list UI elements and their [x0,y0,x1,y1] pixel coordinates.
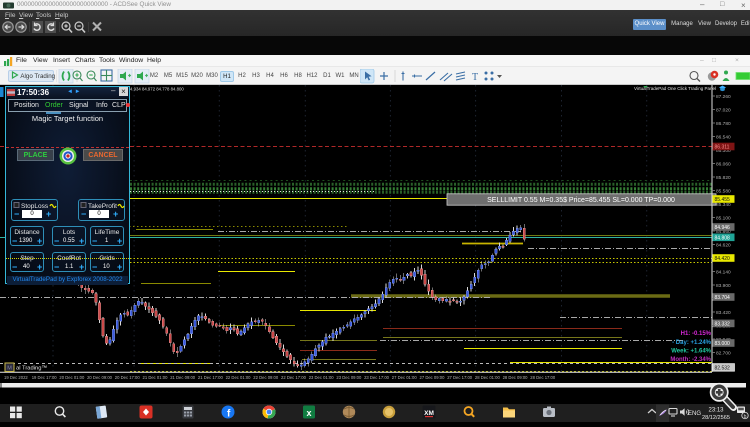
svg-text:82.700: 82.700 [716,350,731,356]
svg-text:4.934 84.972 84.778 84.800: 4.934 84.972 84.778 84.800 [130,87,184,92]
svg-text:21 Dec 17:00: 21 Dec 17:00 [198,375,224,380]
svg-text:86.780: 86.780 [716,121,731,127]
svg-text:22 Dec 09:00: 22 Dec 09:00 [253,375,279,380]
svg-text:87.260: 87.260 [716,94,731,100]
svg-text:20 Dec 17:00: 20 Dec 17:00 [115,375,141,380]
svg-text:83.000: 83.000 [715,341,731,347]
svg-text:Week: +1.64%: Week: +1.64% [671,348,711,354]
svg-text:85.455: 85.455 [715,197,731,203]
svg-text:Month: -2.34%: Month: -2.34% [670,357,711,363]
svg-text:84.808: 84.808 [715,235,731,241]
svg-text:85.100: 85.100 [716,215,731,221]
svg-text:27 Dec 09:00: 27 Dec 09:00 [420,375,446,380]
svg-text:27 Dec 01:00: 27 Dec 01:00 [392,375,418,380]
svg-text:21 Dec 01:00: 21 Dec 01:00 [143,375,169,380]
svg-text:23 Dec 17:00: 23 Dec 17:00 [364,375,390,380]
svg-text:28 Dec 01:00: 28 Dec 01:00 [475,375,501,380]
svg-text:23 Dec 01:00: 23 Dec 01:00 [309,375,335,380]
svg-text:21 Dec 09:00: 21 Dec 09:00 [170,375,196,380]
svg-text:84.946: 84.946 [715,225,731,231]
svg-text:27 Dec 17:00: 27 Dec 17:00 [447,375,473,380]
svg-text:- Day: +1.24%: - Day: +1.24% [672,340,712,346]
svg-text:M: M [7,366,12,372]
svg-text:86.540: 86.540 [716,134,731,140]
svg-text:85.820: 85.820 [716,175,731,181]
svg-text:22 Dec 01:00: 22 Dec 01:00 [226,375,252,380]
svg-text:83.420: 83.420 [716,310,731,316]
svg-text:T: T [472,72,478,83]
svg-text:23 Dec 09:00: 23 Dec 09:00 [336,375,362,380]
svg-text:85.580: 85.580 [716,188,731,194]
svg-text:83.900: 83.900 [716,283,731,289]
svg-text:83.332: 83.332 [715,321,731,327]
svg-text:19 Dec 17:00: 19 Dec 17:00 [32,375,58,380]
svg-text:H1: -0.15%: H1: -0.15% [681,331,712,337]
svg-text:XM: XM [424,410,434,417]
svg-text:x: x [306,408,311,418]
svg-text:84.620: 84.620 [716,242,731,248]
svg-text:20 Dec 09:00: 20 Dec 09:00 [87,375,113,380]
svg-text:28 Dec 09:00: 28 Dec 09:00 [503,375,529,380]
svg-text:al Trading™: al Trading™ [16,366,47,372]
svg-text:84.140: 84.140 [716,269,731,275]
svg-text:22 Dec 17:00: 22 Dec 17:00 [281,375,307,380]
svg-text:83.704: 83.704 [715,295,731,301]
svg-text:20 Dec 01:00: 20 Dec 01:00 [59,375,85,380]
svg-text:19 Dec 2022: 19 Dec 2022 [4,375,28,380]
svg-text:86.311: 86.311 [715,145,730,151]
svg-text:SELLLIMIT 0.55 M=0.35$ Price=8: SELLLIMIT 0.55 M=0.35$ Price=85.455 SL=0… [487,197,675,204]
svg-text:86.060: 86.060 [716,161,731,167]
svg-text:28 Dec 17:00: 28 Dec 17:00 [530,375,556,380]
svg-text:84.420: 84.420 [715,256,731,262]
svg-text:87.020: 87.020 [716,107,731,113]
